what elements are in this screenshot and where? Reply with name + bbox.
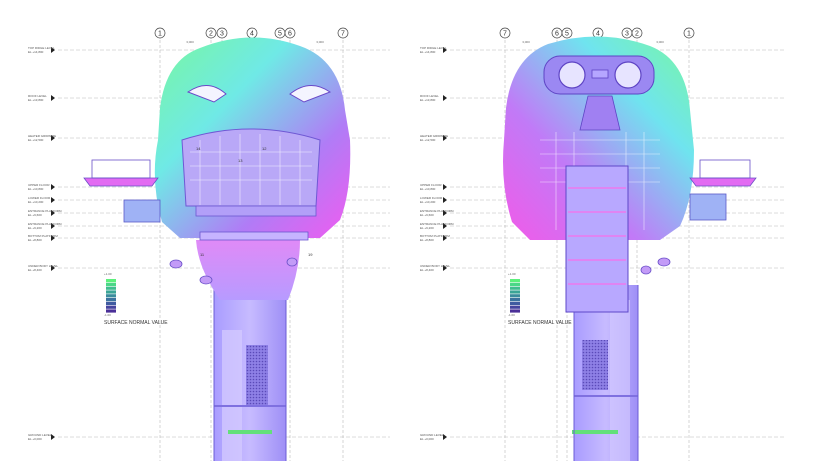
level-arrow-icon <box>51 95 55 101</box>
green-band <box>228 430 272 434</box>
green-band <box>572 430 618 434</box>
legend-swatch <box>106 286 116 290</box>
legend-swatch <box>510 286 520 290</box>
grid-label: 5 <box>278 31 282 38</box>
level-elevation: EL +10,800 <box>420 187 436 191</box>
legend-swatch <box>106 298 116 302</box>
legend-top-value: +1.00 <box>104 272 112 276</box>
level-elevation: EL +9,200 <box>28 226 42 230</box>
grid-label: 4 <box>250 31 254 38</box>
level-elevation: EL +14,800 <box>28 50 44 54</box>
grid-label: 2 <box>209 31 213 38</box>
grid-label: 7 <box>503 31 507 38</box>
pipes <box>640 257 671 275</box>
level-elevation: EL +8,800 <box>28 238 42 242</box>
side-balcony <box>689 177 757 187</box>
grid-label: 1 <box>158 31 162 38</box>
legend-swatch <box>510 298 520 302</box>
callout-tag: 12 <box>262 146 267 151</box>
entrance-deck <box>195 205 317 217</box>
dimension-label: 3,000 <box>186 40 194 44</box>
mouth-cavity <box>181 128 321 207</box>
grid-label: 1 <box>687 31 691 38</box>
balcony-railing <box>91 159 151 179</box>
level-elevation: EL +8,400 <box>420 268 434 272</box>
goggle-frame <box>543 55 655 95</box>
right-elevation-sheet: 76543213,0003,0003,000 TOP RIDGE LEVELEL… <box>420 27 784 461</box>
legend-swatch <box>510 290 520 294</box>
legend-swatch <box>510 301 520 305</box>
level-elevation: EL +9,600 <box>28 213 42 217</box>
lower-skirt <box>196 240 300 300</box>
level-elevation: EL +10,800 <box>28 187 44 191</box>
level-arrow-icon <box>443 184 447 190</box>
dimension-label: 3,000 <box>656 40 664 44</box>
level-elevation: EL +8,400 <box>28 268 42 272</box>
grid-label: 3 <box>220 31 224 38</box>
level-elevation: EL +9,600 <box>420 213 434 217</box>
lower-deck <box>199 231 309 241</box>
legend-swatches <box>510 279 520 313</box>
level-elevation: EL +12,500 <box>420 138 436 142</box>
grid-label: 6 <box>555 31 559 38</box>
legend-swatch <box>510 279 520 283</box>
legend-swatch <box>510 294 520 298</box>
grid-label: 3 <box>625 31 629 38</box>
callout-tag: 14 <box>196 146 201 151</box>
level-elevation: EL +9,200 <box>420 226 434 230</box>
legend: +1.00 -1.00 SURFACE NORMAL VALUE <box>104 272 168 326</box>
callout-tag: 19 <box>308 252 313 257</box>
access-ramp <box>565 165 629 313</box>
level-elevation: EL +0,000 <box>420 437 434 441</box>
level-elevation: EL +13,800 <box>28 98 44 102</box>
level-arrow-icon <box>51 184 55 190</box>
level-elevation: EL +12,500 <box>28 138 44 142</box>
dimension-label: 3,000 <box>316 40 324 44</box>
left-elevation-sheet: 12345673,0003,0003,000 TOP RIDGE LEVELEL… <box>28 27 390 461</box>
grid-label: 7 <box>341 31 345 38</box>
legend-bottom-value: -1.00 <box>104 313 111 317</box>
side-module <box>123 199 161 223</box>
dimension-label: 3,000 <box>522 40 530 44</box>
legend-title: SURFACE NORMAL VALUE <box>104 320 168 326</box>
legend-swatch <box>106 282 116 286</box>
grid-label: 2 <box>635 31 639 38</box>
legend-swatch <box>510 305 520 309</box>
left-goggle <box>558 61 586 89</box>
callout-tag: 13 <box>238 158 243 163</box>
legend-swatch <box>106 301 116 305</box>
level-elevation: EL +10,200 <box>28 200 44 204</box>
balcony-railing <box>699 159 751 179</box>
level-elevation: EL +0,000 <box>28 437 42 441</box>
support-tower <box>213 285 287 461</box>
legend-bottom-value: -1.00 <box>508 313 515 317</box>
level-elevation: EL +10,200 <box>420 200 436 204</box>
level-arrow-icon <box>51 197 55 203</box>
right-goggle <box>614 61 642 89</box>
legend-swatch <box>106 305 116 309</box>
level-arrow-icon <box>51 434 55 440</box>
level-elevation: EL +8,800 <box>420 238 434 242</box>
legend-swatches <box>106 279 116 313</box>
legend-swatch <box>510 282 520 286</box>
grid-label: 4 <box>596 31 600 38</box>
legend-title: SURFACE NORMAL VALUE <box>508 320 572 326</box>
side-module <box>689 193 727 221</box>
level-elevation: EL +14,800 <box>420 50 436 54</box>
grid-label: 5 <box>565 31 569 38</box>
side-balcony <box>83 177 159 187</box>
elevation-drawing-stage: 12345673,0003,0003,000 TOP RIDGE LEVELEL… <box>28 27 784 461</box>
level-arrow-icon <box>443 197 447 203</box>
grid-label: 6 <box>288 31 292 38</box>
legend-top-value: +1.00 <box>508 272 516 276</box>
legend-swatch <box>106 290 116 294</box>
legend: +1.00 -1.00 SURFACE NORMAL VALUE <box>508 272 572 326</box>
legend-swatch <box>106 294 116 298</box>
level-arrow-icon <box>443 95 447 101</box>
legend-swatch <box>106 279 116 283</box>
level-elevation: EL +13,800 <box>420 98 436 102</box>
level-arrow-icon <box>443 434 447 440</box>
